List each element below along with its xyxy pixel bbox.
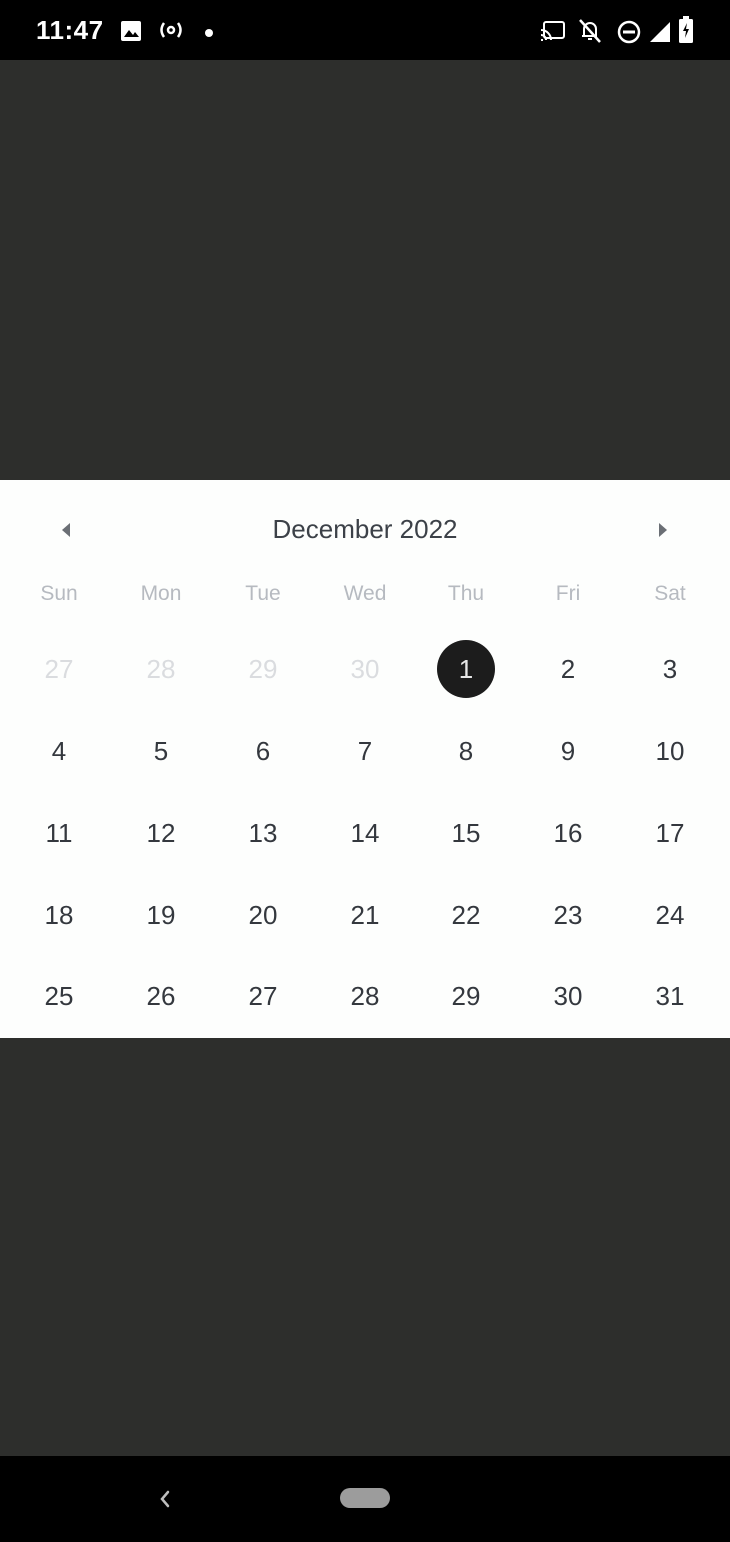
day-cell[interactable]: 3 bbox=[619, 628, 721, 710]
weekday-fri: Fri bbox=[555, 582, 581, 605]
day-cell[interactable]: 22 bbox=[415, 874, 517, 956]
day-number: 28 bbox=[146, 653, 176, 684]
day-cell[interactable]: 6 bbox=[212, 710, 314, 792]
do-not-disturb-icon bbox=[617, 20, 641, 49]
home-pill-icon[interactable] bbox=[340, 1488, 390, 1508]
cast-icon bbox=[540, 20, 566, 47]
day-number: 14 bbox=[350, 817, 380, 848]
back-chevron-icon bbox=[160, 1490, 170, 1508]
status-time: 11:47 bbox=[36, 15, 104, 45]
battery-icon bbox=[678, 16, 694, 49]
weekday-wed: Wed bbox=[343, 582, 387, 605]
day-number: 16 bbox=[553, 817, 583, 848]
day-number: 6 bbox=[255, 735, 271, 766]
day-number: 30 bbox=[350, 653, 380, 684]
weekday-header-row: Sun Mon Tue Wed Thu Fri Sat bbox=[0, 582, 730, 622]
day-cell[interactable]: 10 bbox=[619, 710, 721, 792]
day-cell[interactable]: 28 bbox=[314, 955, 416, 1037]
weekday-tue: Tue bbox=[245, 582, 281, 605]
day-cell-selected[interactable]: 1 bbox=[415, 628, 517, 710]
day-cell-outside[interactable]: 27 bbox=[8, 628, 110, 710]
day-cell[interactable]: 13 bbox=[212, 792, 314, 874]
day-cell[interactable]: 9 bbox=[517, 710, 619, 792]
day-cell[interactable]: 30 bbox=[517, 955, 619, 1037]
day-number: 17 bbox=[655, 817, 685, 848]
day-number: 24 bbox=[655, 899, 685, 930]
back-button[interactable] bbox=[150, 1484, 180, 1514]
day-cell[interactable]: 21 bbox=[314, 874, 416, 956]
day-number: 11 bbox=[45, 817, 73, 848]
day-number: 30 bbox=[553, 980, 583, 1011]
next-month-button[interactable] bbox=[643, 510, 683, 550]
scrim-bottom[interactable] bbox=[0, 1038, 730, 1456]
image-icon bbox=[120, 20, 142, 47]
chevron-right-icon bbox=[659, 523, 667, 537]
weekday-sun: Sun bbox=[40, 582, 78, 605]
month-title: December 2022 bbox=[272, 514, 458, 544]
signal-icon bbox=[648, 20, 672, 49]
day-number: 27 bbox=[44, 653, 74, 684]
day-cell[interactable]: 25 bbox=[8, 955, 110, 1037]
day-cell[interactable]: 11 bbox=[8, 792, 110, 874]
day-cell[interactable]: 18 bbox=[8, 874, 110, 956]
day-cell[interactable]: 5 bbox=[110, 710, 212, 792]
day-number: 29 bbox=[451, 980, 481, 1011]
day-cell[interactable]: 12 bbox=[110, 792, 212, 874]
weekday-mon: Mon bbox=[140, 582, 182, 605]
weekday-thu: Thu bbox=[447, 582, 485, 605]
day-cell[interactable]: 29 bbox=[415, 955, 517, 1037]
day-number: 20 bbox=[248, 899, 278, 930]
day-cell[interactable]: 2 bbox=[517, 628, 619, 710]
day-cell[interactable]: 7 bbox=[314, 710, 416, 792]
day-number: 23 bbox=[553, 899, 583, 930]
day-number: 27 bbox=[248, 980, 278, 1011]
day-number: 7 bbox=[357, 735, 373, 766]
day-number: 19 bbox=[146, 899, 176, 930]
day-number: 1 bbox=[437, 640, 495, 698]
day-cell[interactable]: 24 bbox=[619, 874, 721, 956]
day-cell[interactable]: 16 bbox=[517, 792, 619, 874]
day-number: 28 bbox=[350, 980, 380, 1011]
notifications-off-icon bbox=[578, 18, 602, 49]
day-number: 25 bbox=[44, 980, 74, 1011]
day-number: 3 bbox=[662, 653, 678, 684]
day-cell[interactable]: 17 bbox=[619, 792, 721, 874]
day-number: 26 bbox=[146, 980, 176, 1011]
day-number: 4 bbox=[51, 735, 67, 766]
day-cell[interactable]: 20 bbox=[212, 874, 314, 956]
day-number: 22 bbox=[451, 899, 481, 930]
day-cell[interactable]: 23 bbox=[517, 874, 619, 956]
day-number: 18 bbox=[44, 899, 74, 930]
scrim-top[interactable] bbox=[0, 60, 730, 480]
day-number: 8 bbox=[458, 735, 474, 766]
day-number: 5 bbox=[153, 735, 169, 766]
day-cell[interactable]: 27 bbox=[212, 955, 314, 1037]
dot-icon bbox=[204, 25, 214, 43]
day-number: 2 bbox=[560, 653, 576, 684]
day-cell-outside[interactable]: 29 bbox=[212, 628, 314, 710]
hotspot-icon bbox=[158, 20, 184, 45]
day-number: 13 bbox=[248, 817, 278, 848]
day-cell[interactable]: 4 bbox=[8, 710, 110, 792]
day-cell[interactable]: 15 bbox=[415, 792, 517, 874]
day-cell[interactable]: 31 bbox=[619, 955, 721, 1037]
day-grid: 27 28 29 30 1 2 3 4 5 6 7 8 9 10 11 12 13 14 15 16 17 18 19 20 2… bbox=[0, 628, 730, 1038]
day-cell[interactable]: 19 bbox=[110, 874, 212, 956]
day-number: 31 bbox=[655, 980, 685, 1011]
day-cell[interactable]: 14 bbox=[314, 792, 416, 874]
status-bar: 11:47 bbox=[0, 0, 730, 60]
calendar-header: December 2022 bbox=[0, 480, 730, 580]
weekday-sat: Sat bbox=[654, 582, 686, 605]
day-number: 21 bbox=[350, 899, 380, 930]
day-cell[interactable]: 8 bbox=[415, 710, 517, 792]
day-number: 10 bbox=[655, 735, 685, 766]
day-cell-outside[interactable]: 28 bbox=[110, 628, 212, 710]
day-number: 12 bbox=[146, 817, 176, 848]
calendar-panel: December 2022 Sun Mon Tue Wed Thu Fri Sa… bbox=[0, 480, 730, 1038]
day-number: 29 bbox=[248, 653, 278, 684]
day-number: 15 bbox=[451, 817, 481, 848]
day-number: 9 bbox=[560, 735, 576, 766]
day-cell-outside[interactable]: 30 bbox=[314, 628, 416, 710]
day-cell[interactable]: 26 bbox=[110, 955, 212, 1037]
